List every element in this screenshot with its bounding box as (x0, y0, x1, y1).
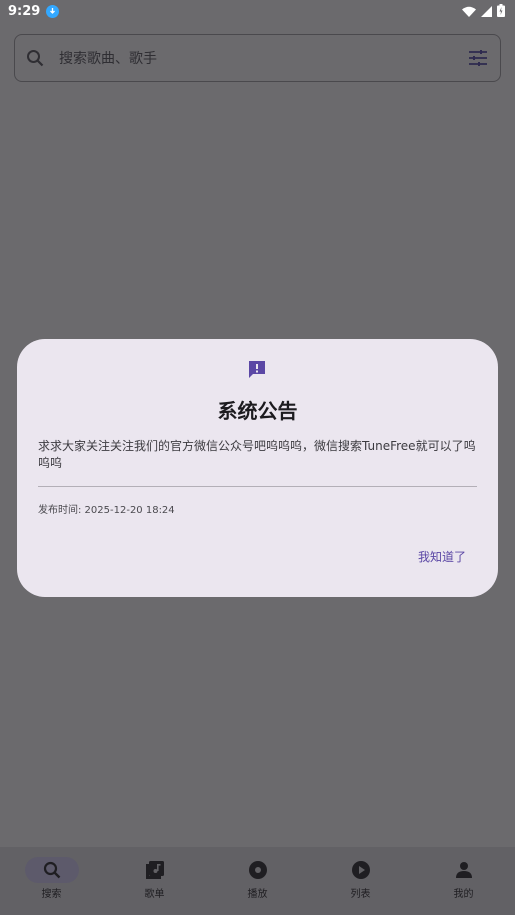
search-icon (25, 48, 45, 68)
nav-label: 播放 (247, 889, 268, 900)
nav-label: 歌单 (144, 889, 165, 900)
confirm-button[interactable]: 我知道了 (409, 544, 475, 568)
search-bar[interactable]: 搜索歌曲、歌手 (14, 34, 501, 82)
dialog-message: 求求大家关注关注我们的官方微信公众号吧呜呜呜，微信搜索TuneFree就可以了呜… (38, 439, 476, 470)
dialog-title: 系统公告 (217, 399, 298, 423)
dialog-divider (38, 486, 477, 487)
nav-item-mine[interactable]: 我的 (412, 847, 515, 915)
app-notification-icon (46, 4, 60, 18)
tune-icon[interactable] (468, 48, 488, 68)
status-time: 9:29 (8, 3, 41, 19)
status-bar: 9:29 (0, 0, 515, 22)
publish-time: 发布时间: 2025-12-20 18:24 (38, 505, 175, 516)
search-icon (42, 860, 62, 880)
battery-icon (497, 2, 505, 21)
nav-item-play[interactable]: 播放 (206, 847, 309, 915)
nav-item-playlist[interactable]: 歌单 (103, 847, 206, 915)
bottom-nav: 搜索 歌单 播放 列表 我的 (0, 847, 515, 915)
play-circle-icon (351, 860, 371, 880)
playlist-icon (145, 860, 165, 880)
nav-label: 搜索 (41, 889, 62, 900)
nav-label: 列表 (350, 889, 371, 900)
status-right (462, 2, 505, 21)
nav-item-search[interactable]: 搜索 (0, 847, 103, 915)
disc-icon (248, 860, 268, 880)
nav-item-list[interactable]: 列表 (309, 847, 412, 915)
announcement-icon (247, 359, 267, 379)
person-icon (454, 860, 474, 880)
search-input[interactable]: 搜索歌曲、歌手 (59, 48, 468, 68)
status-left: 9:29 (8, 3, 60, 19)
nav-label: 我的 (453, 889, 474, 900)
announcement-dialog: 系统公告 求求大家关注关注我们的官方微信公众号吧呜呜呜，微信搜索TuneFree… (17, 339, 498, 597)
wifi-icon (462, 2, 476, 21)
signal-icon (481, 2, 492, 21)
